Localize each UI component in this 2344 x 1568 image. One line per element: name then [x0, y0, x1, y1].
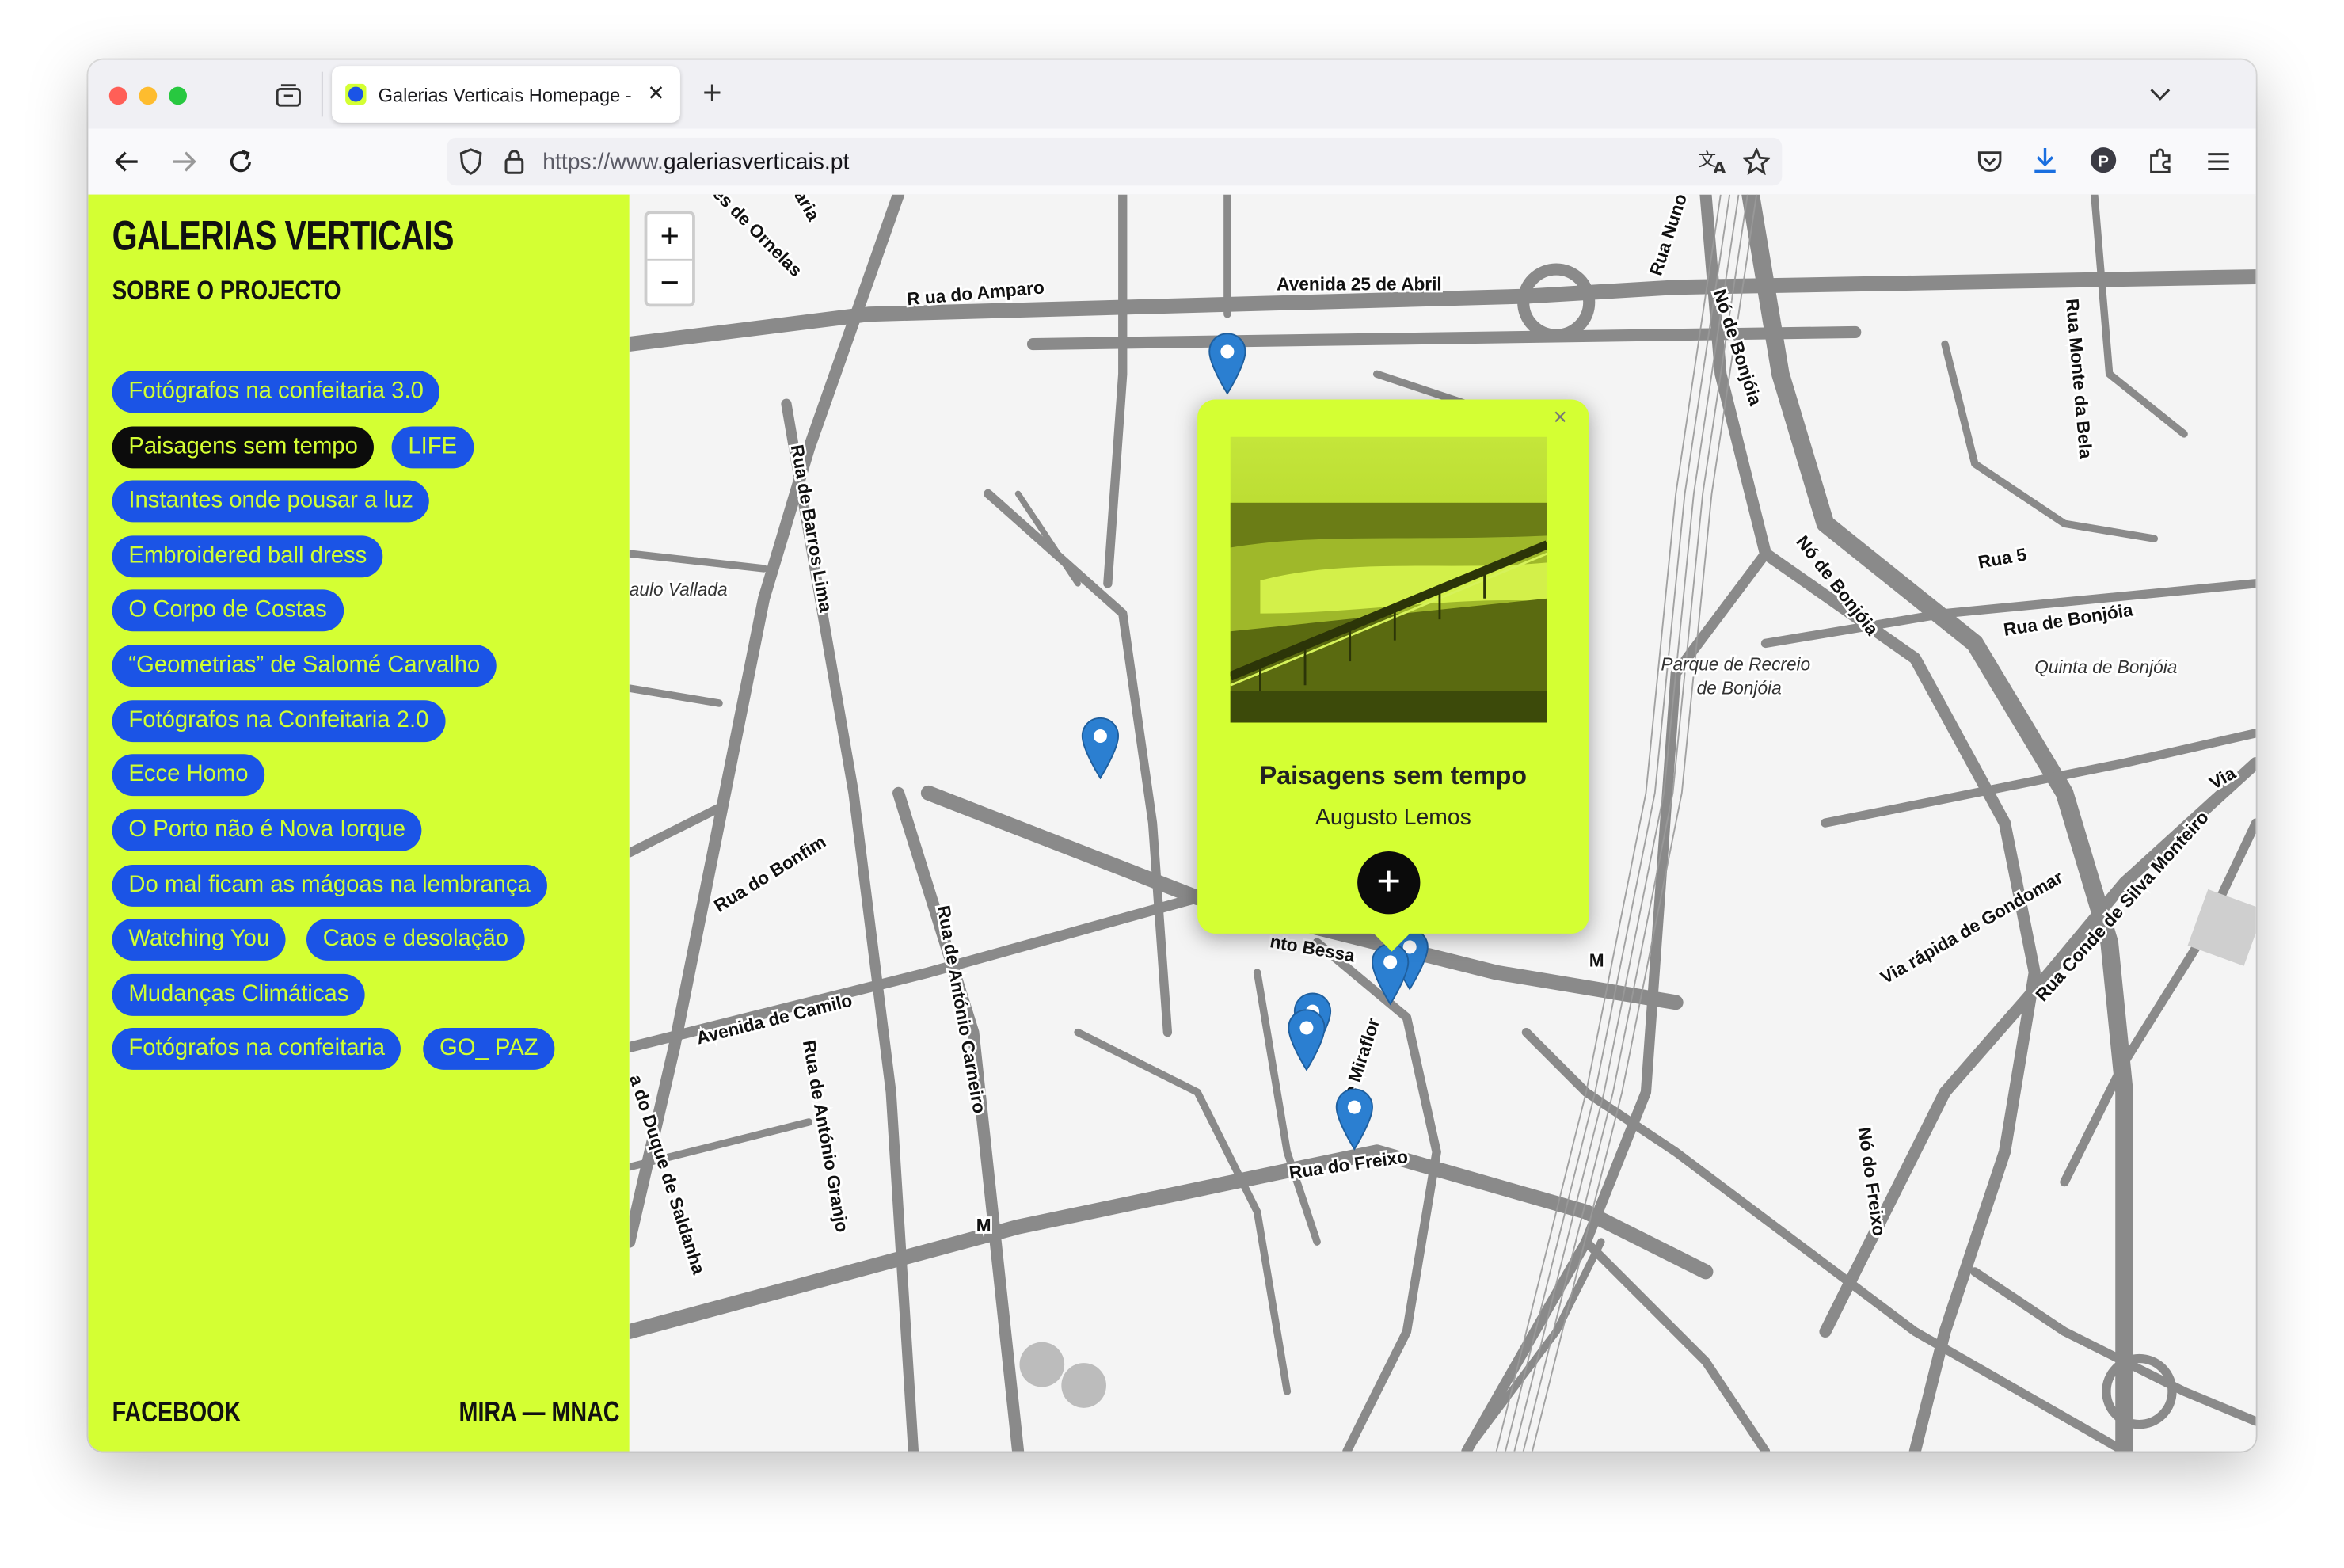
navigation-bar: https://www.galeriasverticais.pt 文 A P	[88, 128, 2256, 196]
popup-tip	[1371, 931, 1413, 952]
active-tab[interactable]: Galerias Verticais Homepage - ✕	[332, 66, 680, 123]
popup-title: Paisagens sem tempo	[1259, 761, 1527, 790]
tab-bar: Galerias Verticais Homepage - ✕ +	[88, 59, 2256, 129]
forward-arrow-icon[interactable]	[170, 150, 197, 173]
tab-divider	[321, 71, 323, 117]
back-arrow-icon[interactable]	[113, 150, 140, 173]
popup-author: Augusto Lemos	[1315, 805, 1471, 831]
metro-station-label: M	[976, 1215, 991, 1235]
site-favicon-icon	[345, 83, 367, 105]
reload-icon[interactable]	[227, 148, 254, 175]
list-tabs-chevron-icon[interactable]	[2150, 87, 2171, 102]
url-prefix: https://www.	[542, 149, 664, 176]
account-avatar-icon[interactable]: P	[2090, 147, 2117, 173]
maximize-window-button[interactable]	[169, 86, 187, 105]
popup-close-icon[interactable]: ×	[1553, 405, 1567, 432]
gallery-chip[interactable]: Fotógrafos na Confeitaria 2.0	[112, 700, 446, 743]
gallery-chip[interactable]: LIFE	[391, 426, 474, 469]
zoom-out-button[interactable]: −	[647, 261, 692, 306]
tab-title: Galerias Verticais Homepage -	[378, 85, 632, 107]
map-label: aulo Vallada	[630, 579, 728, 599]
url-text: https://www.galeriasverticais.pt	[542, 150, 849, 175]
url-bar[interactable]: https://www.galeriasverticais.pt 文 A	[447, 137, 1783, 186]
gallery-chip[interactable]: O Corpo de Costas	[112, 589, 344, 632]
gallery-chip[interactable]: Mudanças Climáticas	[112, 973, 366, 1016]
gallery-chip[interactable]: GO_ PAZ	[423, 1027, 555, 1070]
gallery-chip[interactable]: Instantes onde pousar a luz	[112, 480, 430, 523]
map-label: de Bonjóia	[1697, 678, 1782, 698]
about-project-link[interactable]: SOBRE O PROJECTO	[112, 276, 341, 307]
map-label: Avenida 25 de Abril	[1277, 274, 1442, 295]
map-marker-icon[interactable]	[1335, 1088, 1374, 1151]
pocket-icon[interactable]	[1977, 150, 2003, 173]
map-marker-icon[interactable]	[1287, 1008, 1326, 1071]
gallery-chip[interactable]: Caos e desolação	[306, 919, 525, 961]
map-marker-icon[interactable]	[1208, 332, 1246, 395]
extensions-puzzle-icon[interactable]	[2147, 147, 2174, 173]
map-label: Parque de Recreio	[1661, 653, 1810, 674]
gallery-chip[interactable]: Do mal ficam as mágoas na lembrança	[112, 865, 547, 907]
page-content: GALERIAS VERTICAIS SOBRE O PROJECTO Fotó…	[88, 194, 2256, 1452]
gallery-chip[interactable]: Fotógrafos na confeitaria 3.0	[112, 371, 440, 413]
tracking-protection-shield-icon[interactable]	[459, 148, 483, 175]
zoom-control: + −	[644, 211, 695, 307]
bookmark-star-icon[interactable]	[1743, 148, 1771, 176]
sidebar: GALERIAS VERTICAIS SOBRE O PROJECTO Fotó…	[88, 194, 630, 1452]
gallery-chip[interactable]: “Geometrias” de Salomé Carvalho	[112, 645, 497, 687]
translate-icon[interactable]: 文 A	[1699, 148, 1729, 175]
url-domain: galeriasverticais.pt	[663, 149, 850, 176]
map-label: Quinta de Bonjóia	[2034, 657, 2177, 677]
lock-icon[interactable]	[504, 148, 524, 175]
svg-text:A: A	[1713, 158, 1726, 175]
map-marker-icon[interactable]	[1371, 942, 1410, 1006]
gallery-thumbnail-image[interactable]	[1230, 436, 1547, 723]
zoom-in-button[interactable]: +	[647, 214, 693, 261]
metro-station-label: M	[1589, 950, 1604, 970]
gallery-popup: × Paisagens sem tempo Augusto Lemos +	[1197, 399, 1589, 952]
downloads-icon[interactable]	[2033, 147, 2057, 173]
map[interactable]: R ua do Amparo Avenida 25 de Abril es de…	[629, 194, 2256, 1452]
facebook-link[interactable]: FACEBOOK	[112, 1398, 242, 1431]
gallery-chip[interactable]: Watching You	[112, 919, 286, 961]
tab-overview-icon[interactable]	[275, 84, 302, 108]
popup-more-button[interactable]: +	[1357, 851, 1421, 915]
tab-close-icon[interactable]: ✕	[647, 81, 664, 106]
map-marker-icon[interactable]	[1081, 717, 1120, 780]
minimize-window-button[interactable]	[139, 86, 158, 105]
gallery-chip[interactable]: Ecce Homo	[112, 754, 265, 797]
gallery-chip-active[interactable]: Paisagens sem tempo	[112, 426, 375, 469]
menu-hamburger-icon[interactable]	[2206, 151, 2230, 172]
gallery-chip[interactable]: O Porto não é Nova Iorque	[112, 809, 422, 852]
close-window-button[interactable]	[108, 86, 127, 105]
new-tab-button[interactable]: +	[702, 74, 721, 112]
svg-text:P: P	[2098, 153, 2109, 171]
gallery-chip[interactable]: Embroidered ball dress	[112, 535, 384, 578]
mira-mnac-link[interactable]: MIRA — MNAC	[459, 1398, 620, 1431]
browser-window: Galerias Verticais Homepage - ✕ + https:…	[88, 59, 2256, 1452]
gallery-chip[interactable]: Fotógrafos na confeitaria	[112, 1027, 401, 1070]
site-title[interactable]: GALERIAS VERTICAIS	[112, 212, 455, 260]
